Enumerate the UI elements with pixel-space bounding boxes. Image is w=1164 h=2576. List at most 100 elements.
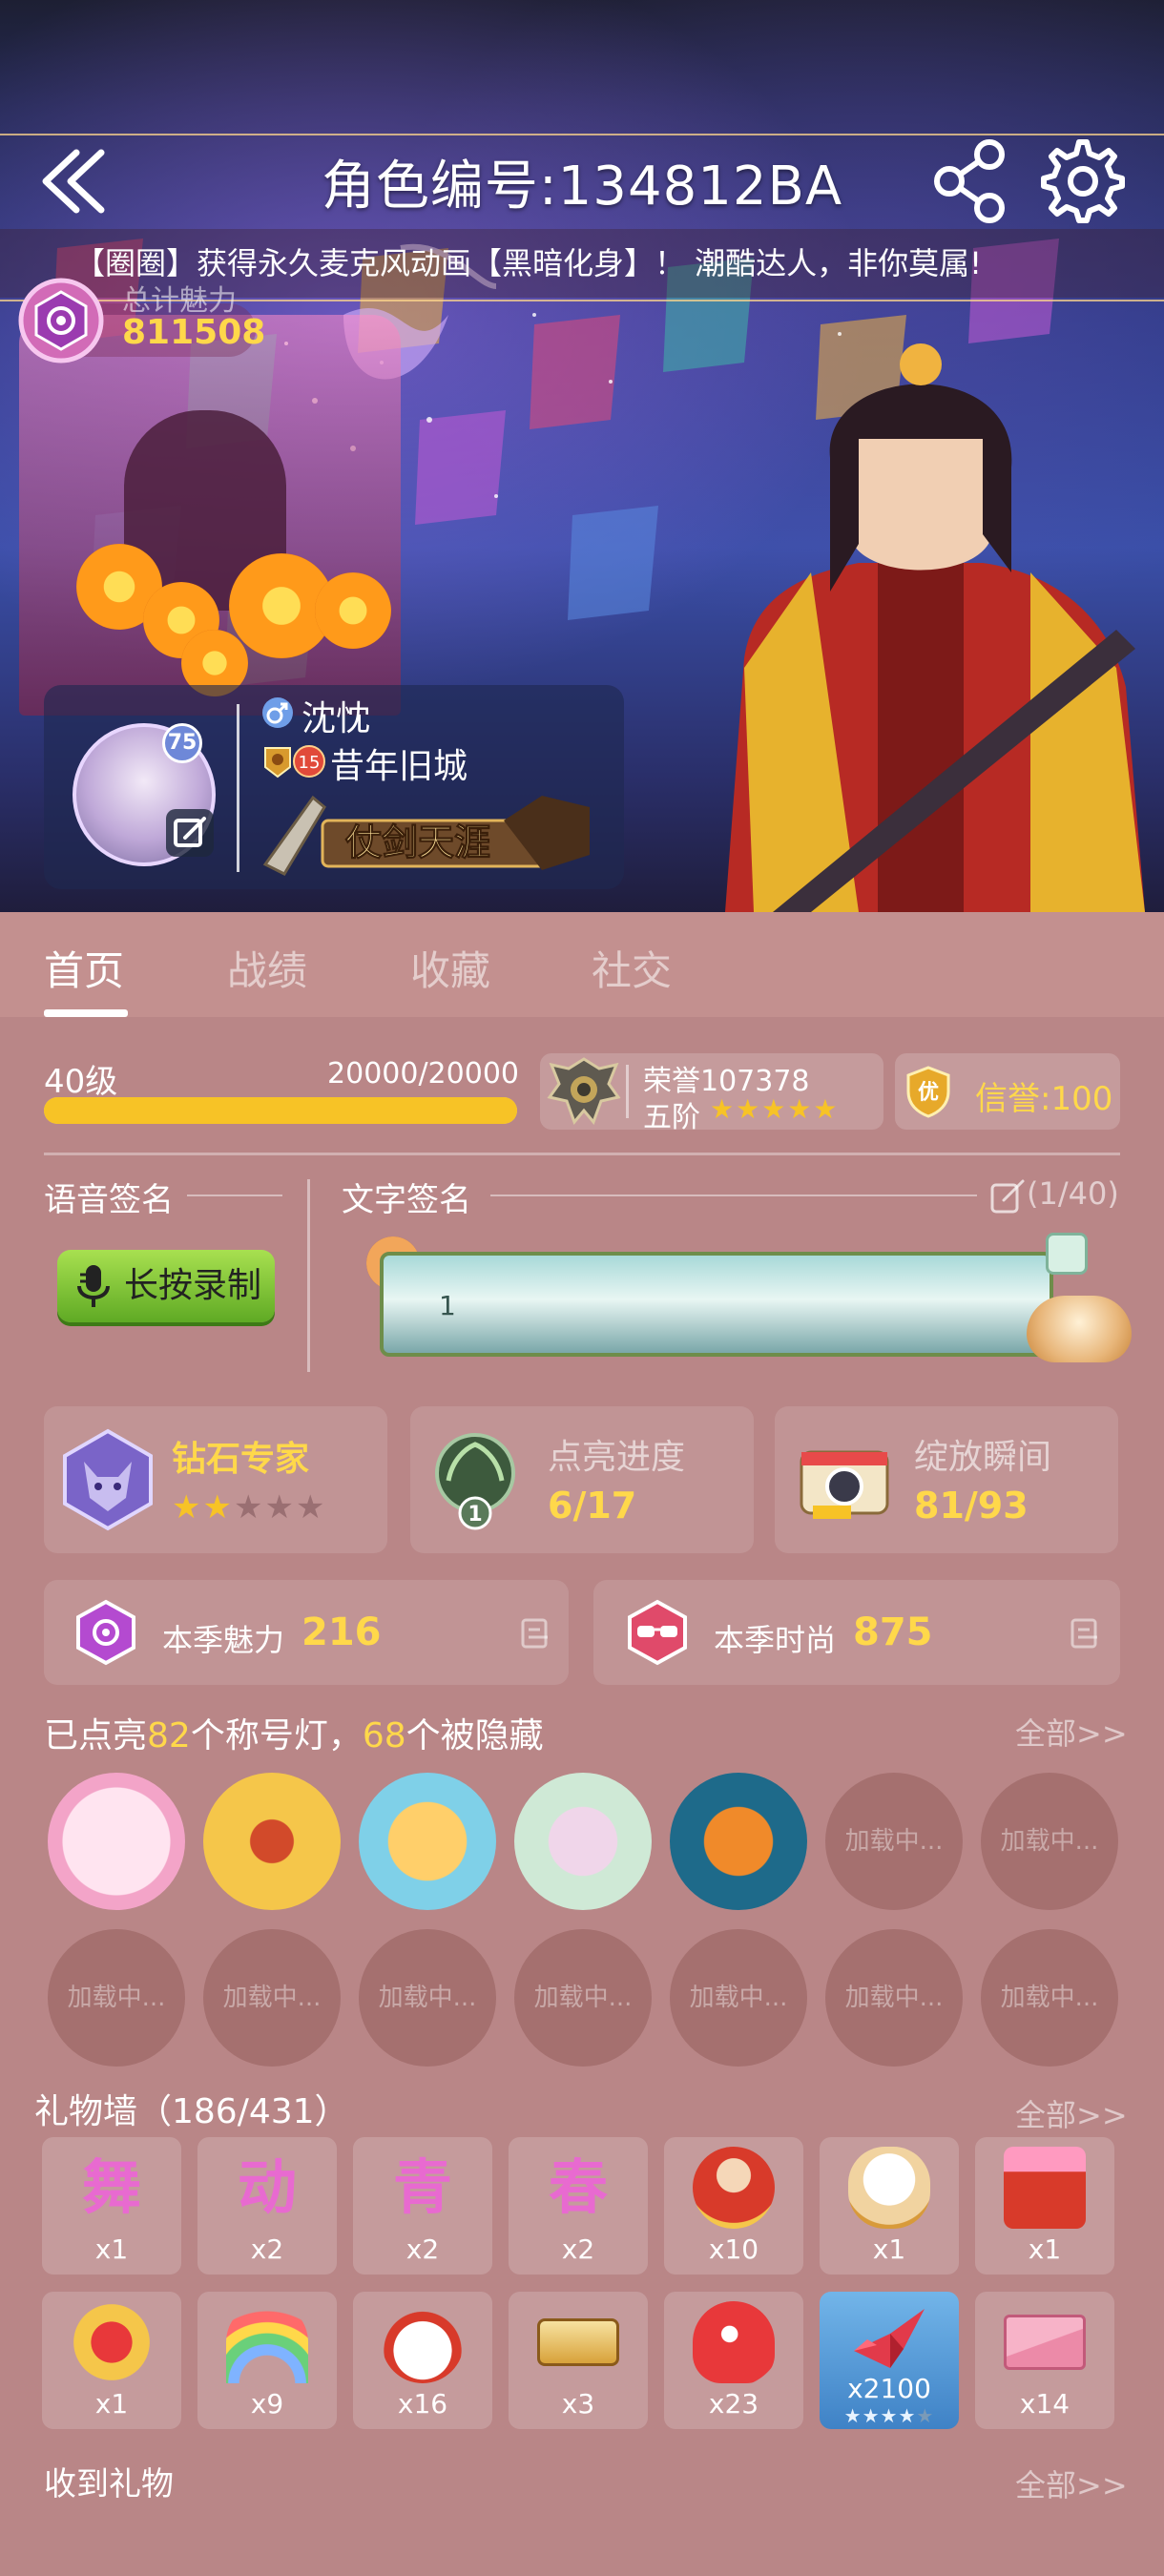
- lucky-cat-icon: [848, 2147, 930, 2229]
- guild-level-text: 15: [299, 753, 321, 773]
- light-progress-title: 点亮进度: [548, 1438, 686, 1477]
- microphone-icon: [77, 1265, 110, 1307]
- gift-count: x1: [94, 2388, 129, 2420]
- star-filled-icon: ★: [172, 1488, 203, 1527]
- experience-text: 20000/20000: [327, 1057, 519, 1091]
- gift-item[interactable]: x9: [197, 2292, 337, 2429]
- wolf-badge-icon: [63, 1428, 153, 1531]
- gift-wall-all-link[interactable]: 全部>>: [1015, 2091, 1128, 2135]
- camera-icon: [800, 1450, 889, 1519]
- gift-item-featured[interactable]: x2100 ★★★★★: [820, 2292, 959, 2429]
- gear-icon[interactable]: [1040, 138, 1126, 224]
- header-rule: [0, 134, 1164, 135]
- title-lamps-heading: 已点亮82个称号灯，68个被隐藏: [44, 1708, 544, 1757]
- lamps-mid: 个称号灯，: [190, 1716, 363, 1755]
- medal-level-text: 1: [468, 1503, 482, 1527]
- plaque-icon: [537, 2318, 619, 2366]
- lit-count: 82: [147, 1716, 191, 1755]
- title-lamp-lotus[interactable]: [514, 1773, 652, 1910]
- gift-item[interactable]: x3: [509, 2292, 648, 2429]
- honor-tier: 五阶: [643, 1101, 700, 1134]
- tab-social[interactable]: 社交: [592, 939, 672, 997]
- snowman-icon: [382, 2301, 464, 2383]
- title-lamp-loading: 加载中...: [981, 1929, 1118, 2067]
- rose-charm-icon: [18, 278, 104, 364]
- sunglasses-fashion-icon: [628, 1599, 687, 1666]
- edit-signature-icon[interactable]: [988, 1177, 1027, 1215]
- gift-item[interactable]: 舞 x1: [42, 2137, 181, 2275]
- lamps-suffix: 个被隐藏: [405, 1716, 544, 1755]
- player-nickname: 沈忱: [301, 699, 371, 738]
- banner-logo: 仗剑天涯: [262, 795, 590, 876]
- title-lamp-loading: 加载中...: [359, 1929, 496, 2067]
- star-filled-icon: ★: [202, 1488, 234, 1527]
- tab-record[interactable]: 战绩: [227, 939, 307, 997]
- profile-card: 75 沈忱 15 昔年旧城 仗剑天涯: [44, 685, 624, 889]
- bloom-moment-title: 绽放瞬间: [914, 1438, 1052, 1477]
- text-label-rule: [490, 1195, 977, 1196]
- tab-collection[interactable]: 收藏: [410, 939, 490, 997]
- received-gifts-heading: 收到礼物: [44, 2465, 174, 2503]
- marigold-flower: [315, 572, 391, 649]
- gift-item[interactable]: x16: [353, 2292, 492, 2429]
- lamps-all-link[interactable]: 全部>>: [1015, 1710, 1128, 1754]
- banner-text: 仗剑天涯: [344, 821, 490, 863]
- received-gifts-all-link[interactable]: 全部>>: [1015, 2462, 1128, 2505]
- winged-heart-icon: [71, 2301, 153, 2383]
- title-lamp-loading: 加载中...: [825, 1773, 963, 1910]
- experience-bar-fill: [44, 1097, 517, 1124]
- tab-home[interactable]: 首页: [44, 939, 124, 997]
- gift-count: x2: [405, 2233, 440, 2265]
- gift-count: x1: [1028, 2233, 1062, 2265]
- gift-count: x2: [250, 2233, 284, 2265]
- credit-score: 信誉:100: [975, 1080, 1113, 1118]
- octopus-icon: [693, 2301, 775, 2383]
- section-divider: [44, 1153, 1120, 1155]
- gift-item[interactable]: x1: [820, 2137, 959, 2275]
- gift-item[interactable]: x10: [664, 2137, 803, 2275]
- guild-name[interactable]: 昔年旧城: [330, 738, 468, 788]
- gift-item[interactable]: x1: [42, 2292, 181, 2429]
- title-lamp-beer[interactable]: [359, 1773, 496, 1910]
- season-fashion-value: 875: [853, 1610, 933, 1654]
- title-lamp-golden-crest[interactable]: [203, 1773, 341, 1910]
- guild-icon: 15: [264, 745, 325, 779]
- gift-item[interactable]: 动 x2: [197, 2137, 337, 2275]
- paper-crane-icon: [854, 2309, 925, 2368]
- gift-count: x1: [94, 2233, 129, 2265]
- gift-item[interactable]: x14: [975, 2292, 1114, 2429]
- edit-icon[interactable]: [166, 809, 214, 857]
- title-lamp-pumpkin[interactable]: [670, 1773, 807, 1910]
- star-empty-icon: ★: [264, 1488, 296, 1527]
- gift-item[interactable]: x1: [975, 2137, 1114, 2275]
- rose-charm-icon: [76, 1599, 135, 1666]
- light-progress-value: 6/17: [548, 1485, 637, 1527]
- gift-count: x16: [397, 2388, 448, 2420]
- hidden-count: 68: [362, 1716, 406, 1755]
- title-lamp-loading: 加载中...: [981, 1773, 1118, 1910]
- gift-glyph: 动: [237, 2152, 297, 2222]
- gift-glyph: 春: [548, 2152, 608, 2222]
- voice-label-rule: [187, 1195, 282, 1196]
- teapot-decoration: [1027, 1296, 1132, 1362]
- gift-item[interactable]: x23: [664, 2292, 803, 2429]
- title-lamp-loading: 加载中...: [670, 1929, 807, 2067]
- fireworks-icon: [1004, 2147, 1086, 2229]
- signature-text: 1: [439, 1290, 456, 1321]
- gift-count: x9: [250, 2388, 284, 2420]
- gift-count: x14: [1019, 2388, 1070, 2420]
- document-icon[interactable]: [1069, 1616, 1103, 1651]
- gift-glyph: 舞: [81, 2152, 141, 2222]
- signature-text-box[interactable]: [380, 1252, 1053, 1357]
- title-lamp-girl[interactable]: [48, 1773, 185, 1910]
- share-icon[interactable]: [930, 138, 1011, 224]
- gift-item[interactable]: 春 x2: [509, 2137, 648, 2275]
- gift-item[interactable]: 青 x2: [353, 2137, 492, 2275]
- player-level: 40级: [44, 1063, 118, 1101]
- gift-count: x1: [872, 2233, 906, 2265]
- title-lamp-loading: 加载中...: [514, 1929, 652, 2067]
- card-divider: [237, 704, 239, 872]
- document-icon[interactable]: [519, 1616, 553, 1651]
- gift-count: x2: [561, 2233, 595, 2265]
- tab-bar: 首页 战绩 收藏 社交: [0, 912, 1164, 1017]
